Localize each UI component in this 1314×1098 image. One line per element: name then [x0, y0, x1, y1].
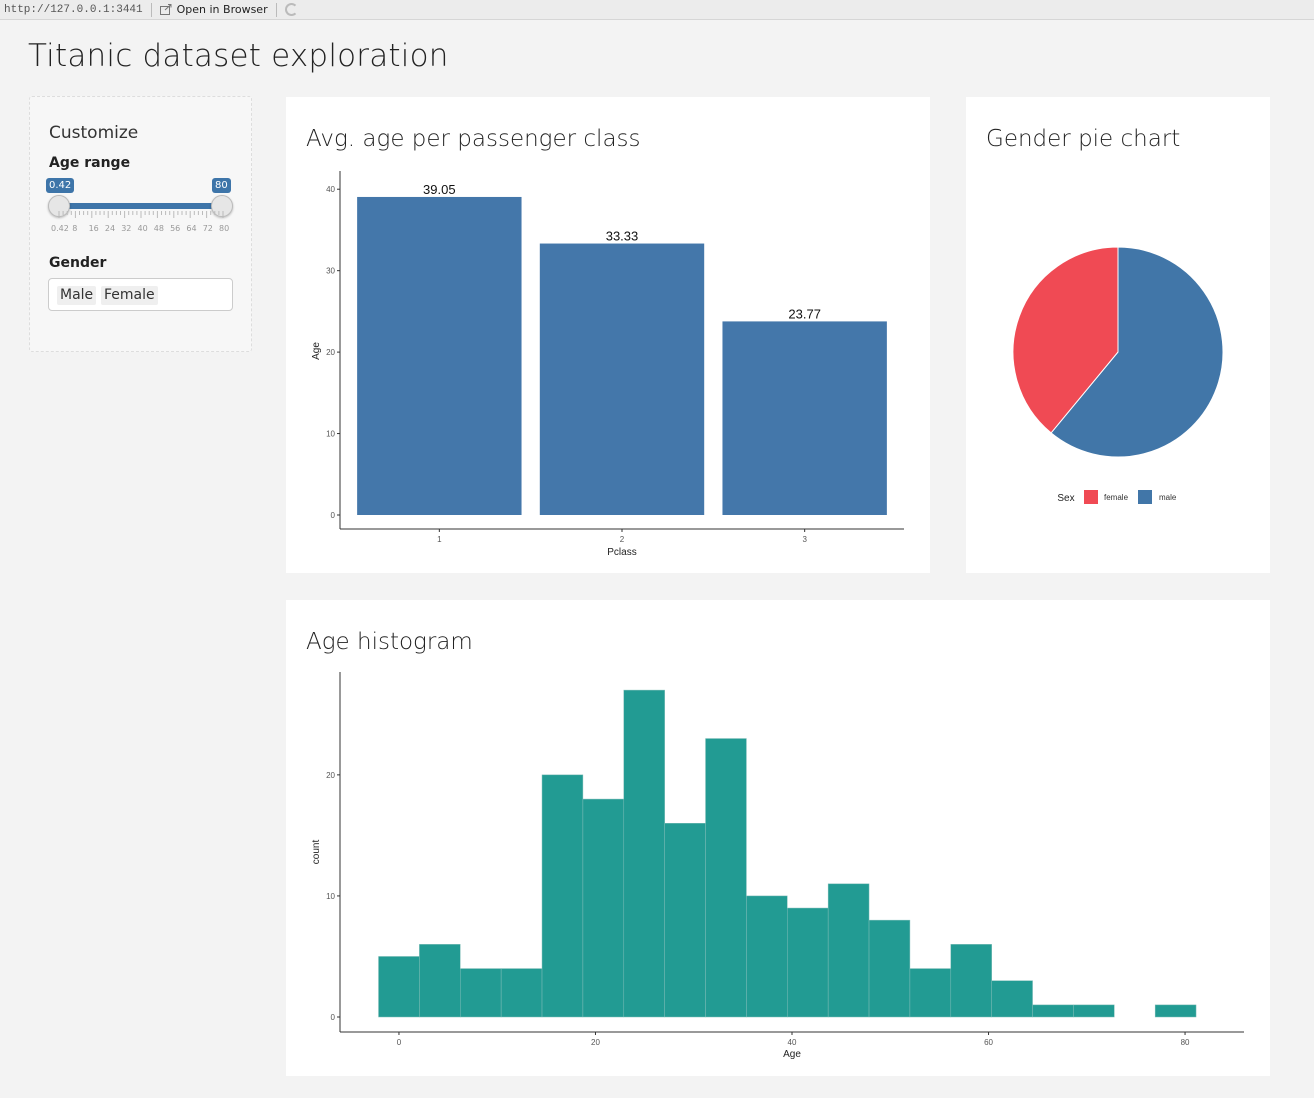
slider-tick-label: 32 — [121, 224, 132, 233]
gender-label: Gender — [49, 255, 107, 271]
legend-label-male: male — [1159, 493, 1177, 502]
legend-swatch-male — [1138, 490, 1152, 504]
histogram-bin — [419, 944, 461, 1018]
slider-tick-label: 8 — [72, 224, 78, 233]
y-tick-label: 10 — [326, 892, 335, 901]
external-window-icon — [159, 4, 172, 15]
y-tick-label: 30 — [326, 267, 335, 276]
y-tick-label: 10 — [326, 430, 335, 439]
histogram-bin — [705, 738, 747, 1018]
slider-tick-label: 16 — [88, 224, 99, 233]
pie-chart: Sex female male — [1012, 246, 1224, 504]
histogram-bin — [991, 980, 1033, 1018]
histogram-bin — [623, 689, 665, 1018]
pie-chart-card: Gender pie chart Sex female male — [966, 97, 1270, 573]
y-axis-label: count — [311, 840, 322, 865]
histogram-bin — [868, 919, 911, 1018]
histogram-bin — [827, 883, 870, 1018]
slider-tick-label: 40 — [137, 224, 148, 233]
x-tick-label: 1 — [437, 535, 442, 544]
y-tick-label: 0 — [331, 1013, 336, 1022]
slider-tick-label: 0.42 — [51, 224, 69, 233]
gender-chip-male[interactable]: Male — [57, 286, 97, 305]
bar-pclass-2 — [539, 243, 705, 515]
bar-data-label: 39.05 — [423, 182, 456, 197]
bar-data-label: 23.77 — [788, 306, 821, 321]
histogram-bin — [909, 968, 952, 1018]
x-axis-label: Pclass — [607, 547, 636, 558]
bar-chart: 0 10 20 30 40 39.05 1 33.33 2 23.77 3 Pclass Age — [311, 171, 904, 558]
legend-swatch-female — [1084, 490, 1098, 504]
histogram-bin — [746, 895, 788, 1018]
histogram-card: Age histogram 0 10 20 0 20 40 60 80 Age count — [286, 600, 1270, 1076]
browser-bar: http://127.0.0.1:3441 Open in Browser — [0, 0, 1314, 20]
y-tick-label: 0 — [331, 511, 336, 520]
slider-tick-label: 80 — [219, 224, 230, 233]
gender-chip-female[interactable]: Female — [101, 286, 158, 305]
slider-tick-label: 24 — [104, 224, 116, 233]
gender-select[interactable]: Male Female — [48, 278, 233, 311]
histogram-bin — [950, 944, 992, 1018]
slider-ticks — [58, 211, 224, 218]
histogram-bin — [460, 968, 502, 1018]
divider — [275, 2, 277, 17]
histogram-bin — [1032, 1004, 1074, 1018]
histogram-bin — [664, 823, 706, 1018]
x-tick-label: 20 — [591, 1038, 600, 1047]
x-tick-label: 3 — [802, 535, 807, 544]
histogram-bin — [582, 798, 625, 1018]
open-in-browser-label: Open in Browser — [176, 3, 268, 16]
bar-chart-card: Avg. age per passenger class 0 10 20 30 40 39… — [286, 97, 930, 573]
x-axis-label: Age — [783, 1049, 801, 1060]
x-tick-label: 2 — [620, 535, 625, 544]
page-title: Titanic dataset exploration — [28, 38, 449, 74]
bar-pclass-1 — [357, 196, 522, 515]
open-in-browser-button[interactable]: Open in Browser — [159, 3, 268, 16]
legend-label-female: female — [1104, 493, 1129, 502]
x-tick-label: 0 — [397, 1038, 402, 1047]
age-max-badge: 80 — [212, 178, 231, 193]
x-tick-label: 60 — [984, 1038, 993, 1047]
histogram-bin — [378, 956, 420, 1018]
bar-data-label: 33.33 — [606, 229, 639, 244]
slider-tick-label: 64 — [186, 224, 197, 233]
age-range-label: Age range — [49, 155, 131, 171]
pie-legend-title: Sex — [1057, 493, 1074, 504]
slider-tick-label: 48 — [153, 224, 164, 233]
y-tick-label: 20 — [326, 771, 335, 780]
histogram-chart: 0 10 20 0 20 40 60 80 Age count — [311, 672, 1244, 1060]
histogram-bin — [1154, 1004, 1197, 1018]
histogram-bin — [1073, 1004, 1115, 1018]
x-tick-label: 40 — [788, 1038, 797, 1047]
y-tick-label: 40 — [326, 185, 335, 194]
sidebar-heading: Customize — [49, 123, 139, 143]
slider-tick-label: 56 — [170, 224, 181, 233]
y-axis-label: Age — [311, 342, 322, 360]
slider-tick-label: 72 — [202, 224, 213, 233]
age-range-slider-track[interactable] — [59, 203, 222, 209]
url-text[interactable]: http://127.0.0.1:3441 — [4, 4, 143, 16]
histogram-bin — [787, 907, 829, 1018]
refresh-icon[interactable] — [284, 3, 298, 16]
x-tick-label: 80 — [1181, 1038, 1190, 1047]
y-tick-label: 20 — [326, 348, 335, 357]
histogram-bin — [541, 774, 584, 1018]
histogram-bin — [500, 968, 543, 1018]
age-min-badge: 0.42 — [46, 178, 75, 193]
divider — [150, 2, 152, 17]
bar-pclass-3 — [722, 321, 887, 515]
